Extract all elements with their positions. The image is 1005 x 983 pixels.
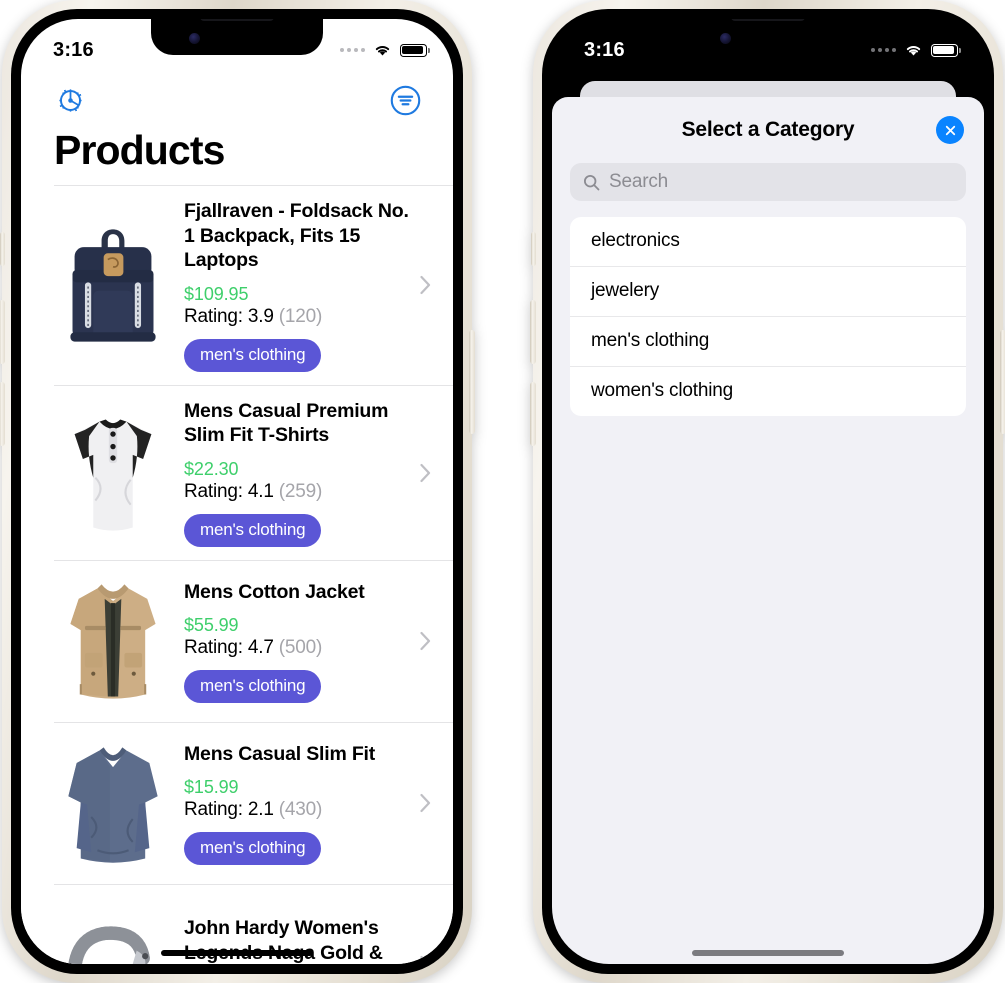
category-list: electronics jewelery men's clothing wome… [570, 217, 966, 416]
product-name: Mens Cotton Jacket [184, 580, 365, 603]
phone-right-bezel: 3:16 Select a Category Search electronic… [542, 9, 994, 974]
silent-switch[interactable] [0, 232, 5, 266]
jacket-image [54, 574, 172, 709]
rating-count: (430) [278, 799, 323, 821]
signal-dots-icon [340, 48, 365, 52]
phone-left-bezel: 3:16 Products Fjallraven - Foldsack No. … [11, 9, 463, 974]
chevron-right-icon [420, 956, 430, 964]
earpiece-speaker [731, 19, 805, 21]
sheet-header: Select a Category [570, 97, 966, 163]
rating-value: Rating: 2.1 [184, 799, 274, 821]
table-row[interactable]: Mens Cotton Jacket $55.99 Rating: 4.7 (5… [54, 559, 453, 722]
screenshot-stage: 3:16 Products Fjallraven - Foldsack No. … [0, 0, 1005, 983]
power-button[interactable] [1000, 330, 1005, 434]
silent-switch[interactable] [531, 232, 536, 266]
sheet-title: Select a Category [681, 118, 855, 141]
table-row[interactable]: Mens Casual Slim Fit $15.99 Rating: 2.1 … [54, 721, 453, 884]
product-rating: Rating: 2.1 (430) [184, 799, 419, 821]
battery-icon [400, 43, 430, 57]
front-camera [189, 33, 200, 44]
product-list[interactable]: Fjallraven - Foldsack No. 1 Backpack, Fi… [21, 185, 453, 964]
search-input[interactable]: Search [570, 163, 966, 201]
product-info: Mens Casual Premium Slim Fit T-Shirts $2… [184, 399, 453, 547]
filter-circle-icon[interactable] [389, 84, 422, 117]
category-sheet: Select a Category Search electronics jew… [552, 97, 984, 964]
earpiece-speaker [200, 19, 274, 21]
volume-down-button[interactable] [0, 382, 5, 446]
category-badge: men's clothing [184, 513, 322, 547]
status-indicators [871, 43, 961, 57]
product-info: Fjallraven - Foldsack No. 1 Backpack, Fi… [184, 199, 453, 372]
product-info: Mens Cotton Jacket $55.99 Rating: 4.7 (5… [184, 580, 453, 704]
phone-right-screen: 3:16 Select a Category Search electronic… [552, 19, 984, 964]
chevron-right-icon [420, 794, 431, 813]
bracelet-image [54, 898, 172, 964]
notch [682, 19, 854, 55]
page-title: Products [54, 127, 225, 173]
nav-bar [21, 73, 453, 127]
product-price: $15.99 [184, 777, 239, 798]
product-name: John Hardy Women's Legends Naga Gold & S… [184, 917, 383, 964]
notch [151, 19, 323, 55]
rating-value: Rating: 4.7 [184, 637, 274, 659]
chevron-right-icon [420, 632, 431, 651]
chevron-right-icon [420, 463, 431, 482]
list-item[interactable]: jewelery [570, 266, 966, 316]
phone-right: 3:16 Select a Category Search electronic… [530, 0, 1005, 983]
product-name: Mens Casual Premium Slim Fit T-Shirts [184, 399, 389, 447]
phone-left-screen: 3:16 Products Fjallraven - Foldsack No. … [21, 19, 453, 964]
product-price: $109.95 [184, 283, 249, 304]
product-name: Mens Casual Slim Fit [184, 742, 376, 765]
product-rating: Rating: 4.1 (259) [184, 481, 419, 503]
product-info: John Hardy Women's Legends Naga Gold & S… [184, 916, 453, 964]
power-button[interactable] [469, 330, 475, 434]
rating-value: Rating: 4.1 [184, 480, 274, 502]
product-price: $22.30 [184, 458, 239, 479]
battery-icon [931, 43, 961, 57]
wifi-icon [375, 46, 390, 56]
phone-left: 3:16 Products Fjallraven - Foldsack No. … [0, 0, 475, 983]
status-time: 3:16 [584, 38, 625, 61]
search-placeholder: Search [609, 171, 669, 192]
rating-value: Rating: 3.9 [184, 305, 274, 327]
longsleeve-image [54, 736, 172, 871]
list-item[interactable]: electronics [570, 217, 966, 266]
product-info: Mens Casual Slim Fit $15.99 Rating: 2.1 … [184, 742, 453, 866]
front-camera [720, 33, 731, 44]
list-item[interactable]: women's clothing [570, 366, 966, 416]
status-indicators [340, 43, 430, 57]
table-row[interactable]: Mens Casual Premium Slim Fit T-Shirts $2… [54, 384, 453, 560]
category-badge: men's clothing [184, 670, 322, 704]
home-indicator[interactable] [692, 950, 844, 956]
category-badge: men's clothing [184, 338, 322, 372]
search-icon [583, 174, 600, 190]
volume-up-button[interactable] [530, 300, 536, 364]
rating-count: (500) [278, 637, 323, 659]
signal-dots-icon [871, 48, 896, 52]
wifi-icon [906, 46, 921, 56]
table-row[interactable]: Fjallraven - Foldsack No. 1 Backpack, Fi… [54, 185, 453, 385]
volume-up-button[interactable] [0, 300, 5, 364]
product-price: $55.99 [184, 615, 239, 636]
product-rating: Rating: 4.7 (500) [184, 637, 419, 659]
gear-icon[interactable] [54, 84, 87, 117]
list-item[interactable]: men's clothing [570, 316, 966, 366]
product-rating: Rating: 3.9 (120) [184, 306, 419, 328]
status-time: 3:16 [53, 38, 94, 61]
home-indicator[interactable] [161, 950, 313, 956]
close-x-icon[interactable] [936, 116, 964, 144]
backpack-image [54, 218, 172, 353]
category-badge: men's clothing [184, 832, 322, 866]
product-name: Fjallraven - Foldsack No. 1 Backpack, Fi… [184, 200, 409, 272]
tshirt-image [54, 405, 172, 540]
volume-down-button[interactable] [530, 382, 536, 446]
rating-count: (120) [278, 305, 323, 327]
chevron-right-icon [420, 276, 431, 295]
rating-count: (259) [278, 480, 323, 502]
